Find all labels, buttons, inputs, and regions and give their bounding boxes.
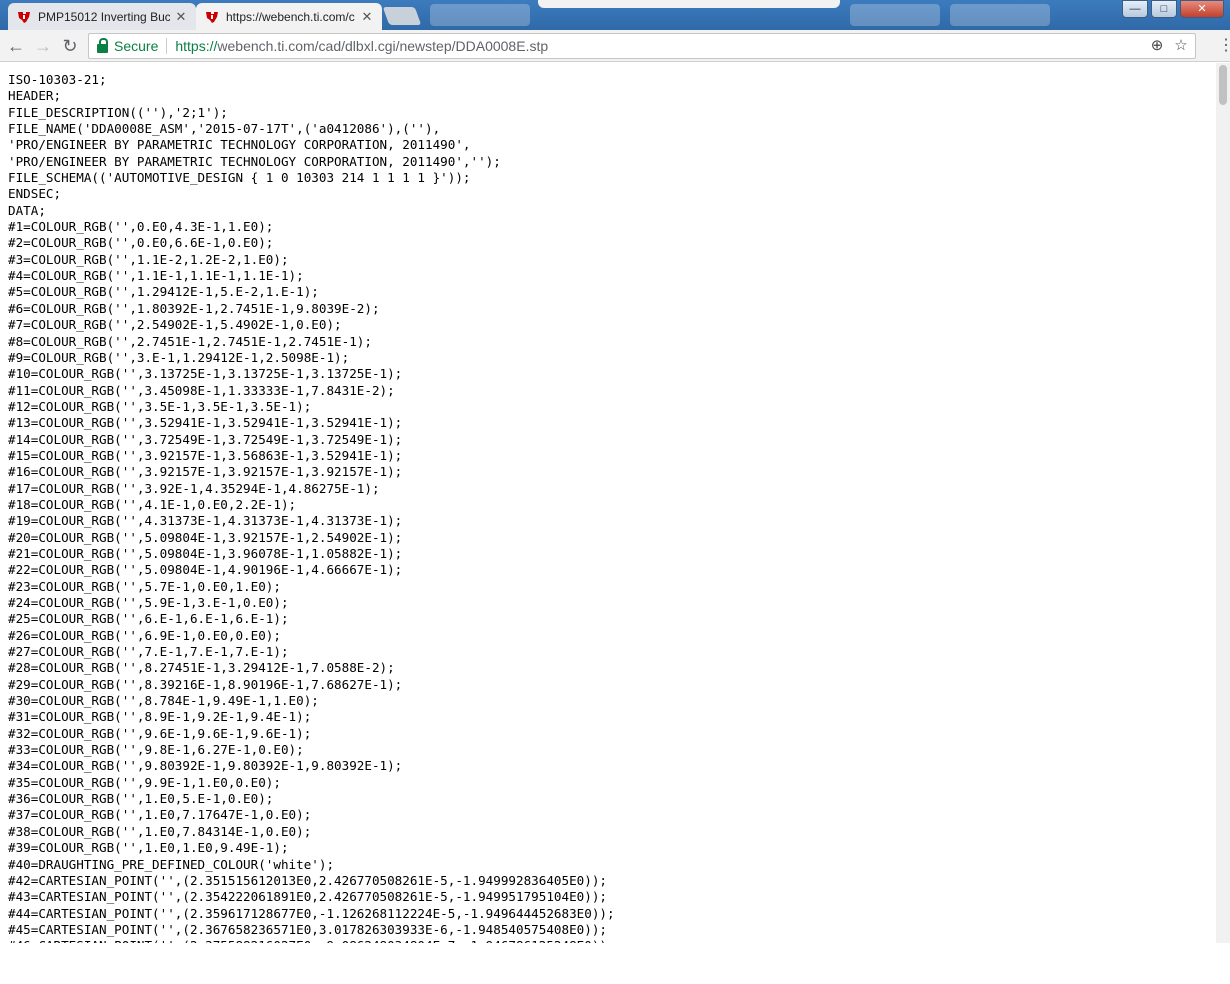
text-line: #42=CARTESIAN_POINT('',(2.351515612013E0…	[8, 872, 607, 888]
text-line: #30=COLOUR_RGB('',8.784E-1,9.49E-1,1.E0)…	[8, 693, 319, 709]
text-line: #32=COLOUR_RGB('',9.6E-1,9.6E-1,9.6E-1);	[8, 725, 312, 741]
text-line: #36=COLOUR_RGB('',1.E0,5.E-1,0.E0);	[8, 791, 274, 807]
text-line: #33=COLOUR_RGB('',9.8E-1,6.27E-1,0.E0);	[8, 742, 304, 758]
back-button[interactable]: ←	[6, 36, 26, 56]
text-line: #10=COLOUR_RGB('',3.13725E-1,3.13725E-1,…	[8, 366, 403, 382]
text-line: #14=COLOUR_RGB('',3.72549E-1,3.72549E-1,…	[8, 431, 403, 447]
text-line: HEADER;	[8, 88, 62, 104]
text-line: #35=COLOUR_RGB('',9.9E-1,1.E0,0.E0);	[8, 774, 281, 790]
text-line: #18=COLOUR_RGB('',4.1E-1,0.E0,2.2E-1);	[8, 496, 297, 512]
close-tab-icon[interactable]: ✕	[174, 9, 188, 25]
text-line: #28=COLOUR_RGB('',8.27451E-1,3.29412E-1,…	[8, 660, 395, 676]
text-line: FILE_SCHEMA(('AUTOMOTIVE_DESIGN { 1 0 10…	[8, 170, 471, 186]
text-line: #45=CARTESIAN_POINT('',(2.367658236571E0…	[8, 921, 607, 937]
forward-button[interactable]: →	[33, 36, 53, 56]
address-separator	[166, 38, 168, 54]
address-bar[interactable]: Secure https://webench.ti.com/cad/dlbxl.…	[88, 33, 1196, 59]
text-line: #22=COLOUR_RGB('',5.09804E-1,4.90196E-1,…	[8, 562, 403, 578]
title-bar: PMP15012 Inverting Buc ✕ https://webench…	[0, 0, 1230, 30]
reload-button[interactable]: ↻	[60, 36, 80, 56]
close-window-button[interactable]: ✕	[1180, 0, 1224, 18]
security-label: Secure	[114, 38, 159, 54]
zoom-icon[interactable]: ⊕	[1149, 38, 1165, 54]
text-line: #9=COLOUR_RGB('',3.E-1,1.29412E-1,2.5098…	[8, 349, 350, 365]
tab-pmp15012[interactable]: PMP15012 Inverting Buc ✕	[8, 3, 196, 30]
text-line: 'PRO/ENGINEER BY PARAMETRIC TECHNOLOGY C…	[8, 137, 471, 153]
text-line: #20=COLOUR_RGB('',5.09804E-1,3.92157E-1,…	[8, 529, 403, 545]
text-line: DATA;	[8, 202, 46, 218]
text-line: ISO-10303-21;	[8, 72, 107, 87]
text-line: FILE_DESCRIPTION((''),'2;1');	[8, 104, 228, 120]
text-line: #16=COLOUR_RGB('',3.92157E-1,3.92157E-1,…	[8, 464, 403, 480]
bookmark-star-icon[interactable]: ☆	[1173, 38, 1189, 54]
close-tab-icon[interactable]: ✕	[360, 9, 374, 25]
text-line: FILE_NAME('DDA0008E_ASM','2015-07-17T',(…	[8, 121, 441, 137]
tab-title: https://webench.ti.com/c	[226, 9, 355, 24]
text-line: #39=COLOUR_RGB('',1.E0,1.E0,9.49E-1);	[8, 840, 289, 856]
tab-webench[interactable]: https://webench.ti.com/c ✕	[196, 3, 382, 30]
background-window-tab	[950, 4, 1050, 26]
text-line: #19=COLOUR_RGB('',4.31373E-1,4.31373E-1,…	[8, 513, 403, 529]
text-line: #21=COLOUR_RGB('',5.09804E-1,3.96078E-1,…	[8, 545, 403, 561]
text-line: #27=COLOUR_RGB('',7.E-1,7.E-1,7.E-1);	[8, 644, 289, 660]
background-window-tab	[430, 4, 530, 26]
ti-logo-icon	[18, 11, 30, 23]
text-line: #25=COLOUR_RGB('',6.E-1,6.E-1,6.E-1);	[8, 611, 289, 627]
text-line: #5=COLOUR_RGB('',1.29412E-1,5.E-2,1.E-1)…	[8, 284, 319, 300]
text-line: #34=COLOUR_RGB('',9.80392E-1,9.80392E-1,…	[8, 758, 403, 774]
text-line: #6=COLOUR_RGB('',1.80392E-1,2.7451E-1,9.…	[8, 300, 380, 316]
text-line: #26=COLOUR_RGB('',6.9E-1,0.E0,0.E0);	[8, 627, 281, 643]
text-line: #2=COLOUR_RGB('',0.E0,6.6E-1,0.E0);	[8, 235, 274, 251]
scrollbar-thumb[interactable]	[1219, 65, 1227, 105]
menu-icon[interactable]: ⋮	[1218, 36, 1230, 56]
text-line: #4=COLOUR_RGB('',1.1E-1,1.1E-1,1.1E-1);	[8, 268, 304, 284]
text-line: ENDSEC;	[8, 186, 62, 202]
text-line: #13=COLOUR_RGB('',3.52941E-1,3.52941E-1,…	[8, 415, 403, 431]
minimize-button[interactable]: —	[1122, 0, 1148, 18]
text-line: #40=DRAUGHTING_PRE_DEFINED_COLOUR('white…	[8, 856, 335, 872]
background-window-tab	[850, 4, 940, 26]
ti-logo-icon	[206, 11, 218, 23]
text-line: #24=COLOUR_RGB('',5.9E-1,3.E-1,0.E0);	[8, 595, 289, 610]
text-line: #31=COLOUR_RGB('',8.9E-1,9.2E-1,9.4E-1);	[8, 709, 312, 725]
text-line: #12=COLOUR_RGB('',3.5E-1,3.5E-1,3.5E-1);	[8, 398, 312, 414]
page-content: ISO-10303-21; HEADER; FILE_DESCRIPTION((''…	[0, 63, 1216, 943]
tab-title: PMP15012 Inverting Buc	[38, 9, 170, 24]
text-line: #44=CARTESIAN_POINT('',(2.359617128677E0…	[8, 905, 615, 921]
text-line: #43=CARTESIAN_POINT('',(2.354222061891E0…	[8, 889, 607, 905]
text-line: #38=COLOUR_RGB('',1.E0,7.84314E-1,0.E0);	[8, 823, 312, 839]
vertical-scrollbar[interactable]	[1216, 63, 1230, 943]
url-scheme: https://	[175, 38, 218, 54]
text-line: #1=COLOUR_RGB('',0.E0,4.3E-1,1.E0);	[8, 219, 274, 235]
text-line: #23=COLOUR_RGB('',5.7E-1,0.E0,1.E0);	[8, 578, 281, 594]
browser-toolbar: ← → ↻ Secure https://webench.ti.com/cad/…	[0, 30, 1230, 62]
window-bottom	[0, 943, 1230, 984]
text-line: #37=COLOUR_RGB('',1.E0,7.17647E-1,0.E0);	[8, 807, 312, 823]
step-file-text: ISO-10303-21; HEADER; FILE_DESCRIPTION((''…	[8, 72, 615, 943]
text-line: #15=COLOUR_RGB('',3.92157E-1,3.56863E-1,…	[8, 447, 403, 463]
text-line: #3=COLOUR_RGB('',1.1E-2,1.2E-2,1.E0);	[8, 251, 289, 267]
url-path: webench.ti.com/cad/dlbxl.cgi/newstep/DDA…	[217, 38, 549, 54]
text-line: #11=COLOUR_RGB('',3.45098E-1,1.33333E-1,…	[8, 382, 395, 398]
text-line: #29=COLOUR_RGB('',8.39216E-1,8.90196E-1,…	[8, 676, 403, 692]
text-line: 'PRO/ENGINEER BY PARAMETRIC TECHNOLOGY C…	[8, 153, 501, 169]
lock-icon	[97, 37, 108, 53]
window-drag-handle[interactable]	[538, 0, 840, 8]
window-controls: — □ ✕	[1119, 0, 1224, 18]
text-line: #7=COLOUR_RGB('',2.54902E-1,5.4902E-1,0.…	[8, 317, 342, 333]
text-line: #17=COLOUR_RGB('',3.92E-1,4.35294E-1,4.8…	[8, 480, 380, 496]
text-line: #8=COLOUR_RGB('',2.7451E-1,2.7451E-1,2.7…	[8, 333, 372, 349]
new-tab-button[interactable]	[382, 7, 422, 25]
maximize-button[interactable]: □	[1151, 0, 1177, 18]
